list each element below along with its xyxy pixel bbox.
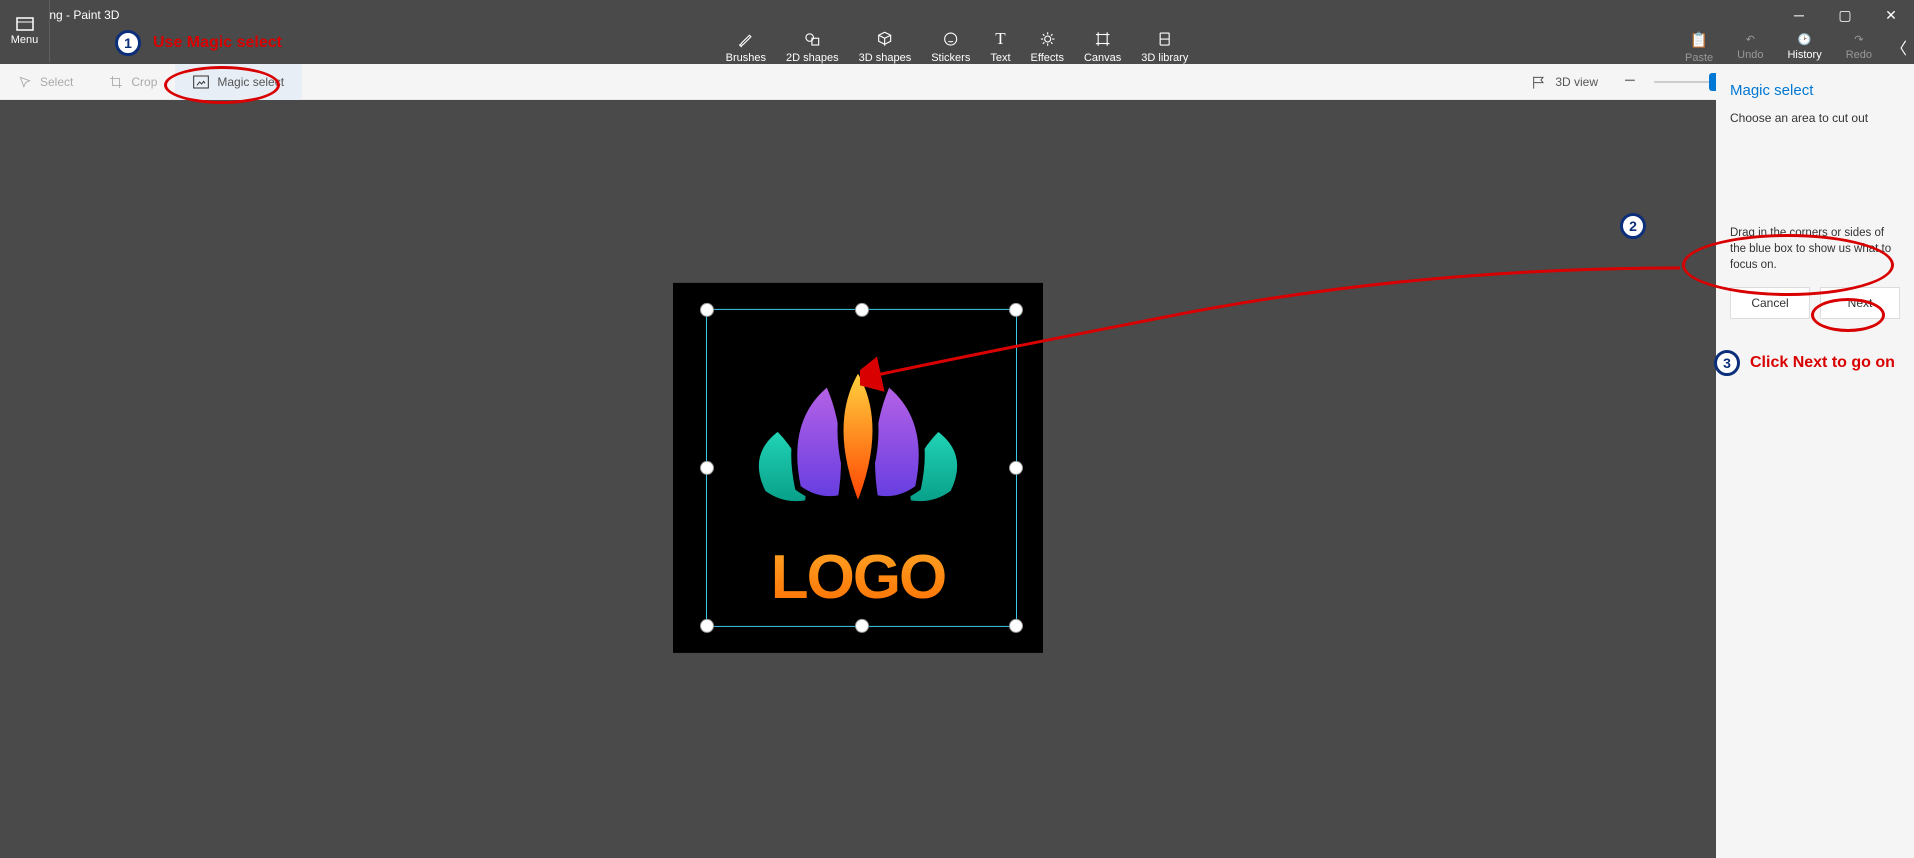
magic-select-panel: Magic select Choose an area to cut out D… bbox=[1716, 64, 1914, 858]
stickers-icon bbox=[942, 30, 960, 48]
zoom-out-button[interactable]: − bbox=[1620, 70, 1640, 93]
shapes-3d-icon bbox=[876, 30, 894, 48]
undo-label: Undo bbox=[1737, 49, 1763, 61]
tool-label: 3D library bbox=[1141, 52, 1188, 64]
annotation-badge-1: 1 bbox=[115, 30, 141, 56]
ribbon-right-group: 📋 Paste ↶ Undo 🕑 History ↷ Redo 〈 bbox=[1673, 31, 1914, 64]
titlebar: logo1.png - Paint 3D ─ ▢ ✕ bbox=[0, 0, 1914, 30]
panel-title: Magic select bbox=[1730, 82, 1900, 99]
panel-subtitle: Choose an area to cut out bbox=[1730, 111, 1900, 125]
tool-2d-shapes[interactable]: 2D shapes bbox=[776, 30, 849, 64]
magic-select-label: Magic select bbox=[217, 75, 284, 89]
magic-select-icon bbox=[193, 75, 209, 89]
sub-toolbar-left: Select Crop Magic select bbox=[0, 64, 302, 100]
tool-label: Effects bbox=[1031, 52, 1064, 64]
undo-icon: ↶ bbox=[1746, 33, 1755, 46]
tool-stickers[interactable]: Stickers bbox=[921, 30, 980, 64]
ribbon-tools-group: Brushes 2D shapes 3D shapes Stickers T T… bbox=[716, 30, 1199, 64]
annotation-text-1: Use Magic select bbox=[153, 34, 282, 52]
selection-handle-n[interactable] bbox=[855, 303, 869, 317]
brush-icon bbox=[737, 30, 755, 48]
history-label: History bbox=[1787, 49, 1821, 61]
redo-icon: ↷ bbox=[1854, 33, 1863, 46]
selection-handle-ne[interactable] bbox=[1009, 303, 1023, 317]
crop-label: Crop bbox=[131, 75, 157, 89]
effects-icon bbox=[1038, 30, 1056, 48]
tool-label: Text bbox=[990, 52, 1010, 64]
minimize-button[interactable]: ─ bbox=[1776, 0, 1822, 30]
selection-handle-sw[interactable] bbox=[700, 619, 714, 633]
undo-button[interactable]: ↶ Undo bbox=[1725, 33, 1775, 61]
tool-canvas[interactable]: Canvas bbox=[1074, 30, 1131, 64]
selection-handle-e[interactable] bbox=[1009, 461, 1023, 475]
tool-3d-shapes[interactable]: 3D shapes bbox=[849, 30, 922, 64]
collapse-ribbon-button[interactable]: 〈 bbox=[1884, 35, 1914, 59]
text-icon: T bbox=[995, 30, 1005, 48]
maximize-button[interactable]: ▢ bbox=[1822, 0, 1868, 30]
tool-label: Brushes bbox=[726, 52, 766, 64]
flag-icon bbox=[1531, 75, 1547, 89]
paste-button[interactable]: 📋 Paste bbox=[1673, 31, 1725, 64]
selection-handle-s[interactable] bbox=[855, 619, 869, 633]
annotation-badge-3: 3 bbox=[1714, 350, 1740, 376]
ribbon: Menu Brushes 2D shapes 3D shapes Sticker… bbox=[0, 30, 1914, 64]
select-label: Select bbox=[40, 75, 73, 89]
selection-handle-se[interactable] bbox=[1009, 619, 1023, 633]
tool-text[interactable]: T Text bbox=[980, 30, 1020, 64]
3d-view-button[interactable]: 3D view bbox=[1523, 64, 1606, 100]
next-button[interactable]: Next bbox=[1820, 287, 1900, 319]
annotation-text-3: Click Next to go on bbox=[1750, 354, 1895, 372]
select-button[interactable]: Select bbox=[0, 64, 91, 100]
tool-effects[interactable]: Effects bbox=[1021, 30, 1074, 64]
tool-label: 2D shapes bbox=[786, 52, 839, 64]
annotation-num: 2 bbox=[1629, 218, 1637, 234]
panel-button-row: Cancel Next bbox=[1730, 287, 1900, 319]
selection-box[interactable] bbox=[706, 309, 1017, 627]
menu-icon bbox=[16, 17, 34, 31]
tool-label: Stickers bbox=[931, 52, 970, 64]
sub-toolbar: Select Crop Magic select 3D view − + 200… bbox=[0, 64, 1914, 100]
annotation-num: 1 bbox=[124, 35, 132, 51]
menu-button[interactable]: Menu bbox=[0, 0, 50, 62]
paste-icon: 📋 bbox=[1690, 31, 1709, 49]
crop-button[interactable]: Crop bbox=[91, 64, 175, 100]
window-controls: ─ ▢ ✕ bbox=[1776, 0, 1914, 30]
tool-label: Canvas bbox=[1084, 52, 1121, 64]
annotation-badge-2: 2 bbox=[1620, 213, 1646, 239]
3d-view-label: 3D view bbox=[1555, 75, 1598, 89]
tool-label: 3D shapes bbox=[859, 52, 912, 64]
canvas-workspace[interactable]: LOGO bbox=[0, 100, 1716, 858]
tool-brushes[interactable]: Brushes bbox=[716, 30, 776, 64]
canvas-image: LOGO bbox=[673, 283, 1043, 653]
redo-button[interactable]: ↷ Redo bbox=[1834, 33, 1884, 61]
shapes-2d-icon bbox=[803, 30, 821, 48]
panel-instruction: Drag in the corners or sides of the blue… bbox=[1730, 225, 1900, 273]
cancel-button[interactable]: Cancel bbox=[1730, 287, 1810, 319]
selection-handle-w[interactable] bbox=[700, 461, 714, 475]
canvas-icon bbox=[1094, 30, 1112, 48]
redo-label: Redo bbox=[1846, 49, 1872, 61]
tool-3d-library[interactable]: 3D library bbox=[1131, 30, 1198, 64]
canvas[interactable]: LOGO bbox=[673, 283, 1043, 653]
crop-icon bbox=[109, 75, 123, 89]
magic-select-button[interactable]: Magic select bbox=[175, 64, 302, 100]
close-button[interactable]: ✕ bbox=[1868, 0, 1914, 30]
selection-handle-nw[interactable] bbox=[700, 303, 714, 317]
library-3d-icon bbox=[1156, 30, 1174, 48]
history-icon: 🕑 bbox=[1798, 33, 1812, 46]
menu-label: Menu bbox=[11, 34, 39, 46]
history-button[interactable]: 🕑 History bbox=[1775, 33, 1833, 61]
paste-label: Paste bbox=[1685, 52, 1713, 64]
cursor-icon bbox=[18, 75, 32, 89]
annotation-num: 3 bbox=[1723, 355, 1731, 371]
